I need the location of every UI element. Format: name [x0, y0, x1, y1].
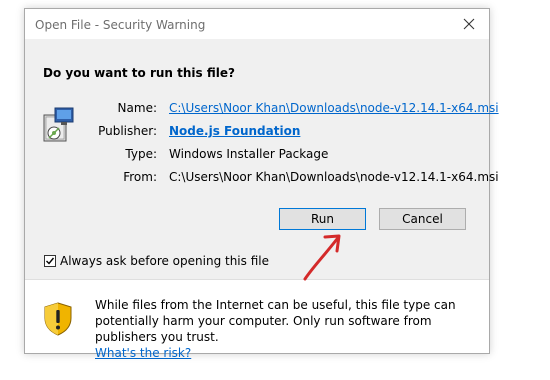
- shield-warning-icon: [44, 302, 72, 336]
- warning-message: While files from the Internet can be use…: [95, 297, 480, 361]
- checkmark-icon: [46, 257, 55, 265]
- warning-text: While files from the Internet can be use…: [95, 298, 456, 344]
- whats-the-risk-link[interactable]: What's the risk?: [95, 346, 191, 360]
- red-arrow-annotation: [303, 234, 341, 281]
- title-bar: Open File - Security Warning: [25, 9, 489, 39]
- cancel-button-label: Cancel: [402, 212, 443, 226]
- always-ask-checkbox[interactable]: [44, 255, 56, 267]
- security-warning-dialog: Open File - Security Warning Do you want…: [24, 8, 499, 360]
- run-button-label: Run: [310, 212, 334, 226]
- type-label: Type:: [125, 147, 157, 161]
- run-question: Do you want to run this file?: [43, 66, 235, 80]
- close-icon: [463, 18, 475, 30]
- close-button[interactable]: [449, 9, 489, 39]
- name-label: Name:: [117, 101, 157, 115]
- from-path-value: C:\Users\Noor Khan\Downloads\node-v12.14…: [169, 170, 499, 184]
- always-ask-label[interactable]: Always ask before opening this file: [60, 254, 269, 268]
- file-type-value: Windows Installer Package: [169, 147, 329, 161]
- warning-panel: While files from the Internet can be use…: [25, 280, 489, 360]
- file-name-link[interactable]: C:\Users\Noor Khan\Downloads\node-v12.14…: [169, 101, 499, 115]
- publisher-label: Publisher:: [98, 124, 157, 138]
- publisher-link[interactable]: Node.js Foundation: [169, 124, 300, 138]
- window-title: Open File - Security Warning: [35, 18, 206, 32]
- always-ask-row: Always ask before opening this file: [44, 254, 269, 268]
- from-label: From:: [123, 170, 157, 184]
- cancel-button[interactable]: Cancel: [379, 208, 466, 230]
